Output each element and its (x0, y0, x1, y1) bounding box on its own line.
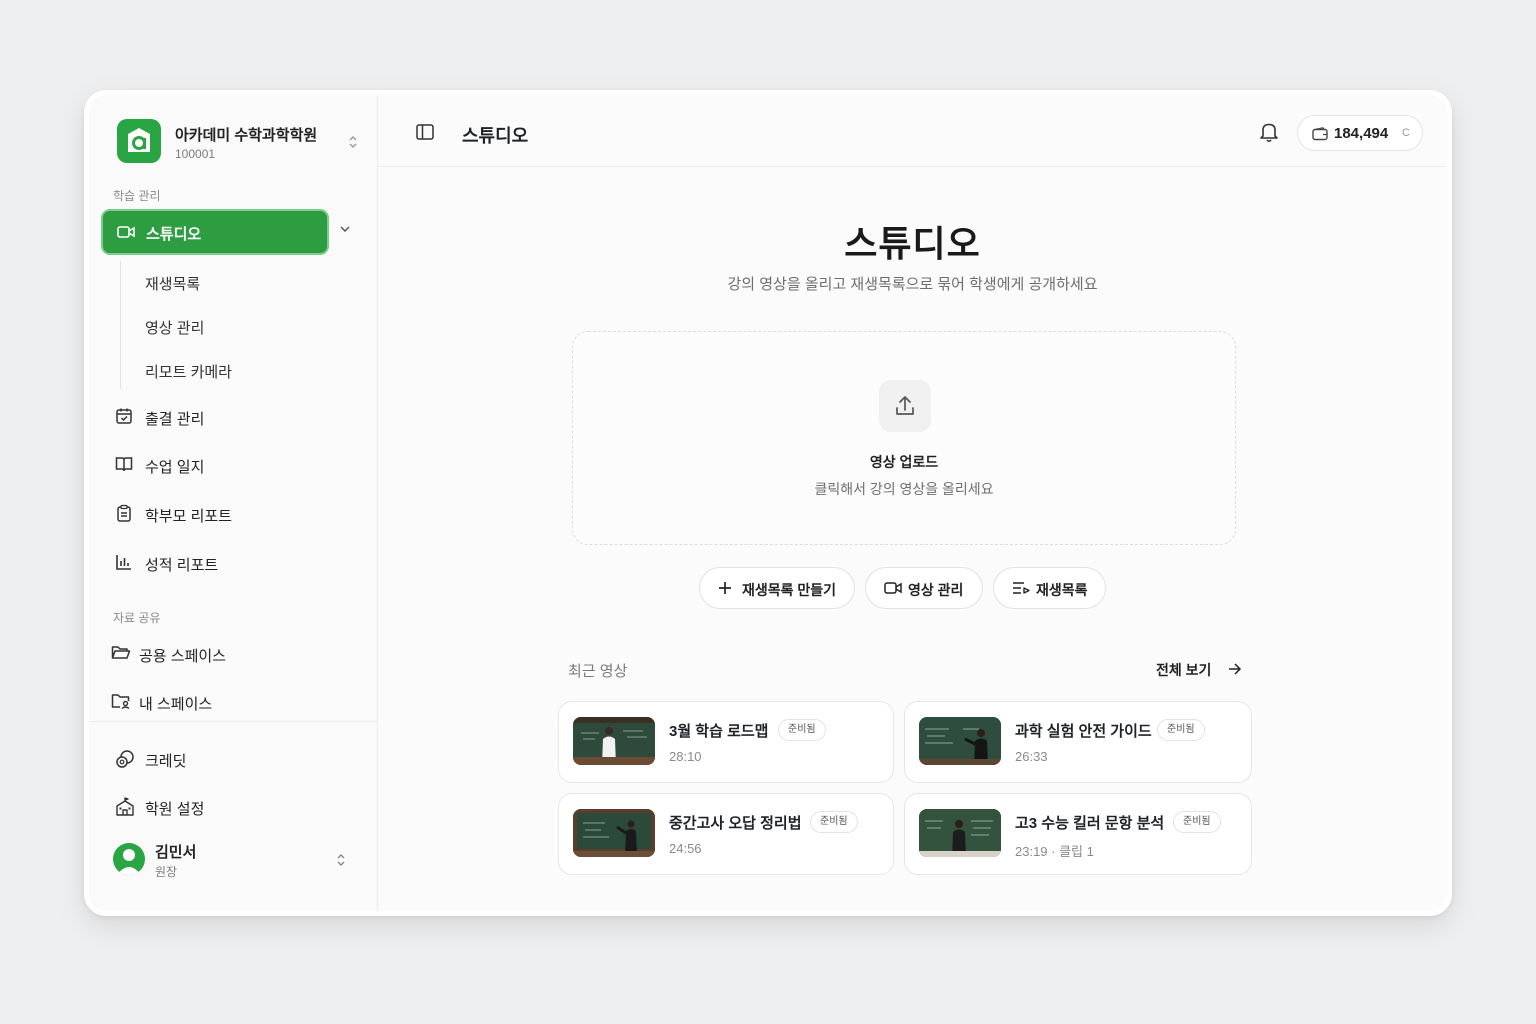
upload-dropzone[interactable]: 영상 업로드 클릭해서 강의 영상을 올리세요 (572, 331, 1236, 545)
user-role: 원장 (155, 865, 178, 879)
sidebar-item-label: 공용 스페이스 (139, 648, 226, 665)
wallet-icon (1312, 127, 1328, 141)
button-label: 재생목록 만들기 (742, 582, 837, 598)
button-label: 재생목록 (1036, 582, 1088, 598)
video-title: 중간고사 오답 정리법 (669, 815, 802, 832)
plus-icon (719, 582, 731, 594)
main-content: 스튜디오 184,494 C 스튜디오 강의 영상을 올리고 재생목록으로 묶어… (378, 95, 1447, 911)
list-play-icon (1013, 582, 1030, 594)
app-window: 아카데미 수학과학학원 100001 학습 관리 스튜디오 재생목록 영상 관리… (84, 90, 1452, 916)
sidebar-item-credits[interactable]: 크레딧 (115, 747, 335, 771)
credit-balance-button[interactable]: 184,494 C (1297, 115, 1423, 151)
chevron-down-icon[interactable] (339, 225, 351, 233)
status-badge: 준비됨 (778, 719, 826, 741)
hero-title: 스튜디오 (844, 223, 981, 264)
hero-subtitle: 강의 영상을 올리고 재생목록으로 묶어 학생에게 공개하세요 (727, 276, 1098, 293)
video-card[interactable]: 고3 수능 킬러 문항 분석 준비됨 23:19 · 클립 1 (904, 793, 1252, 875)
recent-videos-label: 최근 영상 (568, 663, 628, 680)
video-thumbnail (919, 717, 1001, 765)
video-thumbnail (919, 809, 1001, 857)
create-playlist-button[interactable]: 재생목록 만들기 (699, 567, 855, 609)
sidebar-item-shared-space[interactable]: 공용 스페이스 (111, 642, 331, 666)
video-title: 3월 학습 로드맵 (669, 723, 769, 740)
org-logo (117, 119, 161, 163)
chevron-updown-icon (337, 854, 345, 866)
button-label: 영상 관리 (908, 582, 964, 598)
sidebar-toggle-icon[interactable] (416, 124, 434, 140)
user-name: 김민서 (155, 844, 197, 861)
user-menu[interactable]: 김민서 원장 (113, 839, 363, 885)
video-meta: 28:10 (669, 749, 702, 764)
sidebar-item-label: 스튜디오 (146, 226, 202, 243)
video-card[interactable]: 과학 실험 안전 가이드 준비됨 26:33 (904, 701, 1252, 783)
school-icon (116, 797, 134, 816)
sidebar-item-attendance[interactable]: 출결 관리 (115, 405, 335, 429)
video-card[interactable]: 중간고사 오답 정리법 준비됨 24:56 (558, 793, 894, 875)
top-bar: 스튜디오 184,494 C (378, 95, 1447, 167)
video-icon (117, 226, 135, 238)
org-id: 100001 (175, 147, 216, 161)
folder-open-icon (111, 646, 131, 659)
sidebar-item-academy-settings[interactable]: 학원 설정 (115, 795, 335, 819)
sidebar-subitem-video-management[interactable]: 영상 관리 (145, 317, 204, 338)
video-meta: 26:33 (1015, 749, 1048, 764)
view-all-link[interactable]: 전체 보기 (1156, 660, 1211, 680)
sidebar-item-label: 학원 설정 (145, 801, 205, 818)
video-thumbnail (573, 717, 655, 765)
section-label-learning: 학습 관리 (113, 189, 161, 203)
sidebar-item-class-journal[interactable]: 수업 일지 (115, 453, 335, 477)
avatar (113, 843, 145, 875)
upload-subtitle: 클릭해서 강의 영상을 올리세요 (814, 481, 994, 497)
manage-videos-button[interactable]: 영상 관리 (865, 567, 983, 609)
calendar-icon (116, 408, 132, 424)
chevron-updown-icon (349, 136, 357, 148)
credit-value: 184,494 (1334, 125, 1389, 142)
sidebar-item-label: 성적 리포트 (145, 557, 219, 574)
sidebar-item-label: 내 스페이스 (139, 696, 213, 713)
video-meta: 23:19 · 클립 1 (1015, 844, 1094, 859)
coins-icon (116, 750, 134, 768)
status-badge: 준비됨 (810, 811, 858, 833)
org-name: 아카데미 수학과학학원 (175, 127, 318, 144)
sidebar-item-grade-report[interactable]: 성적 리포트 (115, 551, 335, 575)
sidebar-item-my-space[interactable]: 내 스페이스 (111, 690, 331, 714)
video-title: 과학 실험 안전 가이드 (1015, 723, 1152, 740)
bar-chart-icon (116, 555, 131, 570)
page-title: 스튜디오 (462, 126, 529, 146)
upload-title: 영상 업로드 (869, 454, 939, 470)
sidebar-divider (89, 721, 378, 722)
sidebar-subitem-playlists[interactable]: 재생목록 (145, 273, 200, 294)
sidebar-item-label: 출결 관리 (145, 411, 205, 428)
sidebar-item-parent-report[interactable]: 학부모 리포트 (115, 502, 335, 526)
bell-icon[interactable] (1259, 121, 1279, 143)
video-card[interactable]: 3월 학습 로드맵 준비됨 28:10 (558, 701, 894, 783)
upload-icon-box (879, 380, 931, 432)
sidebar-item-label: 학부모 리포트 (145, 508, 232, 525)
org-switcher[interactable]: 아카데미 수학과학학원 100001 (117, 119, 367, 167)
status-badge: 준비됨 (1173, 811, 1221, 833)
sidebar-item-studio[interactable]: 스튜디오 (101, 209, 329, 255)
folder-user-icon (111, 694, 130, 710)
video-icon (884, 582, 902, 594)
arrow-right-icon[interactable] (1228, 663, 1242, 675)
submenu-line (120, 261, 121, 389)
clipboard-icon (117, 504, 131, 522)
sidebar: 아카데미 수학과학학원 100001 학습 관리 스튜디오 재생목록 영상 관리… (89, 95, 378, 911)
video-thumbnail (573, 809, 655, 857)
video-meta: 24:56 (669, 841, 702, 856)
sidebar-subitem-remote-camera[interactable]: 리모트 카메라 (145, 361, 232, 382)
credit-unit: C (1402, 127, 1410, 139)
sidebar-item-label: 수업 일지 (145, 459, 205, 476)
section-label-share: 자료 공유 (113, 611, 161, 625)
upload-icon (896, 396, 914, 415)
book-icon (115, 457, 133, 472)
video-title: 고3 수능 킬러 문항 분석 (1015, 815, 1165, 832)
sidebar-item-label: 크레딧 (145, 753, 187, 770)
status-badge: 준비됨 (1157, 719, 1205, 741)
playlists-button[interactable]: 재생목록 (993, 567, 1106, 609)
